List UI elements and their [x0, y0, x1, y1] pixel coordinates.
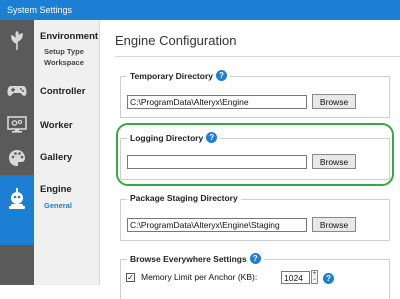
title-divider: [115, 56, 400, 57]
sidebar-subitem-setup-type[interactable]: Setup Type: [44, 47, 84, 56]
temporary-directory-browse-button[interactable]: Browse: [312, 94, 356, 109]
engine-robot-icon[interactable]: [0, 175, 34, 245]
main-panel: Engine Configuration Temporary Directory…: [101, 20, 400, 299]
package-staging-directory-input[interactable]: [127, 218, 307, 232]
memory-limit-input[interactable]: [281, 271, 310, 284]
package-staging-directory-section: Package Staging Directory Browse: [120, 193, 390, 241]
window-title: System Settings: [7, 5, 73, 15]
logging-directory-highlight: [116, 123, 394, 186]
package-staging-directory-browse-button[interactable]: Browse: [312, 217, 356, 232]
package-staging-directory-label: Package Staging Directory: [130, 193, 238, 203]
temporary-directory-label: Temporary Directory: [130, 70, 213, 81]
memory-limit-checkbox[interactable]: ✓: [126, 273, 135, 282]
browse-everywhere-label: Browse Everywhere Settings: [130, 253, 247, 264]
sidebar-subitem-general[interactable]: General: [44, 201, 72, 210]
gamepad-icon[interactable]: [0, 74, 34, 108]
section-label: Browse Everywhere Settings ?: [127, 253, 264, 264]
sidebar: Environment Setup Type Workspace Control…: [0, 20, 100, 285]
memory-limit-label: Memory Limit per Anchor (KB):: [141, 272, 258, 282]
section-label: Package Staging Directory: [127, 193, 241, 203]
help-icon[interactable]: ?: [215, 70, 227, 81]
temporary-directory-input[interactable]: [127, 95, 307, 109]
window-titlebar: System Settings: [0, 0, 400, 20]
help-icon[interactable]: ?: [323, 273, 334, 284]
sidebar-item-engine[interactable]: Engine: [40, 184, 72, 195]
monitor-gear-icon[interactable]: [0, 108, 34, 142]
leaf-icon[interactable]: [0, 24, 34, 58]
help-icon[interactable]: ?: [249, 253, 261, 264]
sidebar-icon-column: [0, 20, 34, 285]
temporary-directory-section: Temporary Directory ? Browse: [120, 70, 390, 118]
memory-limit-stepper[interactable]: + −: [311, 270, 318, 284]
section-label: Temporary Directory ?: [127, 70, 230, 81]
sidebar-item-worker[interactable]: Worker: [40, 120, 73, 131]
sidebar-subitem-workspace[interactable]: Workspace: [44, 58, 84, 67]
palette-icon[interactable]: [0, 141, 34, 175]
page-title: Engine Configuration: [115, 33, 237, 48]
sidebar-item-controller[interactable]: Controller: [40, 86, 85, 97]
sidebar-item-gallery[interactable]: Gallery: [40, 152, 72, 163]
sidebar-item-environment[interactable]: Environment: [40, 31, 98, 42]
